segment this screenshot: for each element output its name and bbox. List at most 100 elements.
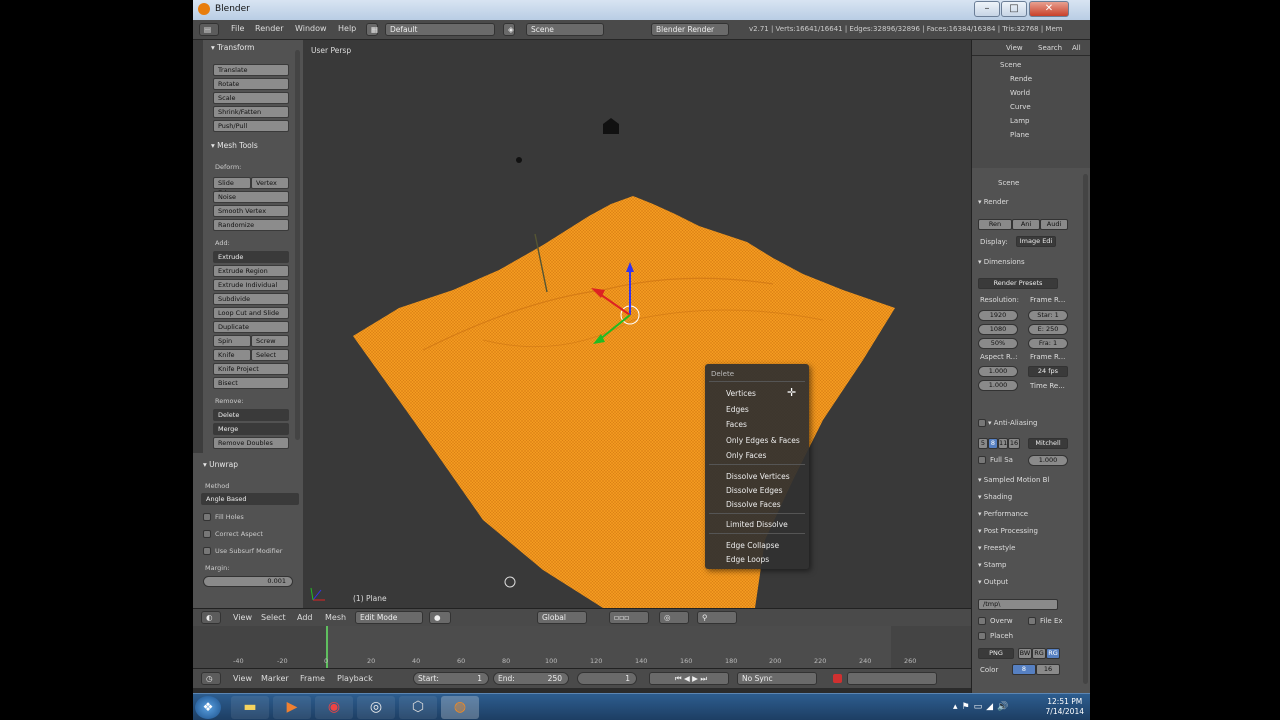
snap-buttons[interactable]: ⚲: [697, 611, 737, 624]
menu-item-dissolve-faces[interactable]: Dissolve Faces: [726, 500, 781, 509]
outliner-item-lamp[interactable]: Lamp: [1010, 117, 1029, 125]
viewport-editor-type-icon[interactable]: ◐: [201, 611, 221, 624]
extrude-region-button[interactable]: Extrude Region: [213, 265, 289, 277]
menu-item-only-edges-faces[interactable]: Only Edges & Faces: [726, 436, 800, 445]
full-sample-checkbox[interactable]: [978, 456, 986, 464]
menu-window[interactable]: Window: [295, 24, 327, 33]
aa-samples-5[interactable]: 5: [978, 438, 988, 449]
properties-tab-bar[interactable]: [972, 150, 1090, 168]
render-presets-dropdown[interactable]: Render Presets: [978, 278, 1058, 289]
frame-start-field[interactable]: Star: 1: [1028, 310, 1068, 321]
viewport-menu-view[interactable]: View: [233, 613, 252, 622]
sampled-motion-blur-header[interactable]: Sampled Motion Bl: [978, 476, 1050, 484]
close-button[interactable]: ✕: [1029, 1, 1069, 17]
menu-item-edge-loops[interactable]: Edge Loops: [726, 555, 769, 564]
remove-doubles-button[interactable]: Remove Doubles: [213, 437, 289, 449]
color-rgba-button[interactable]: RG: [1046, 648, 1060, 659]
pivot-selector[interactable]: ◎: [659, 611, 689, 624]
animation-button[interactable]: Ani: [1012, 219, 1040, 230]
camera-dot-icon[interactable]: [516, 157, 522, 163]
tray-icons[interactable]: ▴⚑▭◢🔊: [953, 702, 1012, 712]
subdivide-button[interactable]: Subdivide: [213, 293, 289, 305]
vertex-button[interactable]: Vertex: [251, 177, 289, 189]
transform-header[interactable]: Transform: [211, 43, 254, 52]
playback-controls[interactable]: ⏮ ◀ ▶ ⏭: [649, 672, 729, 685]
bisect-button[interactable]: Bisect: [213, 377, 289, 389]
viewport-menu-select[interactable]: Select: [261, 613, 286, 622]
screw-button[interactable]: Screw: [251, 335, 289, 347]
loop-cut-button[interactable]: Loop Cut and Slide: [213, 307, 289, 319]
editor-type-icon[interactable]: ▤: [199, 23, 219, 36]
menu-help[interactable]: Help: [338, 24, 356, 33]
unwrap-header[interactable]: Unwrap: [203, 460, 238, 469]
resolution-percent-field[interactable]: 50%: [978, 338, 1018, 349]
outliner-item-world[interactable]: World: [1010, 89, 1030, 97]
select-button[interactable]: Select: [251, 349, 289, 361]
timeline-menu-playback[interactable]: Playback: [337, 674, 373, 683]
record-icon[interactable]: [833, 674, 842, 683]
lamp-icon[interactable]: [603, 118, 619, 134]
mode-selector[interactable]: Edit Mode: [355, 611, 423, 624]
method-dropdown[interactable]: Angle Based: [201, 493, 299, 505]
render-panel-header[interactable]: Render: [978, 198, 1009, 206]
margin-field[interactable]: 0.001: [203, 576, 293, 587]
timeline-editor[interactable]: -40 -20 0 20 40 60 80 100 120 140 160 18…: [193, 626, 971, 668]
extrude-button[interactable]: Extrude: [213, 251, 289, 263]
transform-orientation-selector[interactable]: Global: [537, 611, 587, 624]
menu-item-dissolve-edges[interactable]: Dissolve Edges: [726, 486, 783, 495]
obs-icon[interactable]: ◎: [357, 696, 395, 719]
scale-button[interactable]: Scale: [213, 92, 289, 104]
outliner-item-plane[interactable]: Plane: [1010, 131, 1029, 139]
properties-scrollbar[interactable]: [1083, 174, 1088, 684]
randomize-button[interactable]: Randomize: [213, 219, 289, 231]
duplicate-button[interactable]: Duplicate: [213, 321, 289, 333]
file-extensions-checkbox[interactable]: [1028, 617, 1036, 625]
extrude-individual-button[interactable]: Extrude Individual: [213, 279, 289, 291]
timeline-editor-type-icon[interactable]: ◷: [201, 672, 221, 685]
mesh-canvas[interactable]: [303, 40, 971, 608]
file-format-dropdown[interactable]: PNG: [978, 648, 1014, 659]
fill-holes-checkbox[interactable]: [203, 513, 211, 521]
use-subsurf-checkbox[interactable]: [203, 547, 211, 555]
outliner-item-curve[interactable]: Curve: [1010, 103, 1031, 111]
aa-size-field[interactable]: 1.000: [1028, 455, 1068, 466]
menu-item-vertices[interactable]: Vertices: [726, 389, 756, 398]
media-player-icon[interactable]: ▶: [273, 696, 311, 719]
mesh-tools-header[interactable]: Mesh Tools: [211, 141, 258, 150]
menu-item-dissolve-vertices[interactable]: Dissolve Vertices: [726, 472, 790, 481]
menu-item-faces[interactable]: Faces: [726, 420, 747, 429]
timeline-menu-view[interactable]: View: [233, 674, 252, 683]
spin-button[interactable]: Spin: [213, 335, 251, 347]
chrome-icon[interactable]: ◉: [315, 696, 353, 719]
outliner-item-render[interactable]: Rende: [1010, 75, 1032, 83]
translate-button[interactable]: Translate: [213, 64, 289, 76]
display-dropdown[interactable]: Image Edi: [1016, 236, 1056, 247]
aspect-y-field[interactable]: 1.000: [978, 380, 1018, 391]
viewport-menu-mesh[interactable]: Mesh: [325, 613, 346, 622]
blender-taskbar-icon[interactable]: ◍: [441, 696, 479, 719]
depth-16-button[interactable]: 16: [1036, 664, 1060, 675]
smooth-vertex-button[interactable]: Smooth Vertex: [213, 205, 289, 217]
post-processing-header[interactable]: Post Processing: [978, 527, 1038, 535]
explorer-icon[interactable]: ▬: [231, 696, 269, 719]
scene-selector[interactable]: Scene: [526, 23, 604, 36]
audio-button[interactable]: Audi: [1040, 219, 1068, 230]
delete-dropdown[interactable]: Delete: [213, 409, 289, 421]
viewport-shading-selector[interactable]: ●: [429, 611, 451, 624]
aa-samples-11[interactable]: 11: [998, 438, 1008, 449]
shrink-fatten-button[interactable]: Shrink/Fatten: [213, 106, 289, 118]
render-button[interactable]: Ren: [978, 219, 1012, 230]
viewport-menu-add[interactable]: Add: [297, 613, 313, 622]
menu-item-edges[interactable]: Edges: [726, 405, 749, 414]
freestyle-header[interactable]: Freestyle: [978, 544, 1016, 552]
layout-selector[interactable]: Default: [385, 23, 495, 36]
outliner-menu-all[interactable]: All: [1072, 44, 1081, 52]
outliner-menu-search[interactable]: Search: [1038, 44, 1062, 52]
system-clock[interactable]: 12:51 PM 7/14/2014: [1046, 697, 1084, 717]
unity-icon[interactable]: ⬡: [399, 696, 437, 719]
render-engine-selector[interactable]: Blender Render: [651, 23, 729, 36]
fps-dropdown[interactable]: 24 fps: [1028, 366, 1068, 377]
menu-item-only-faces[interactable]: Only Faces: [726, 451, 766, 460]
aa-samples-8[interactable]: 8: [988, 438, 998, 449]
push-pull-button[interactable]: Push/Pull: [213, 120, 289, 132]
